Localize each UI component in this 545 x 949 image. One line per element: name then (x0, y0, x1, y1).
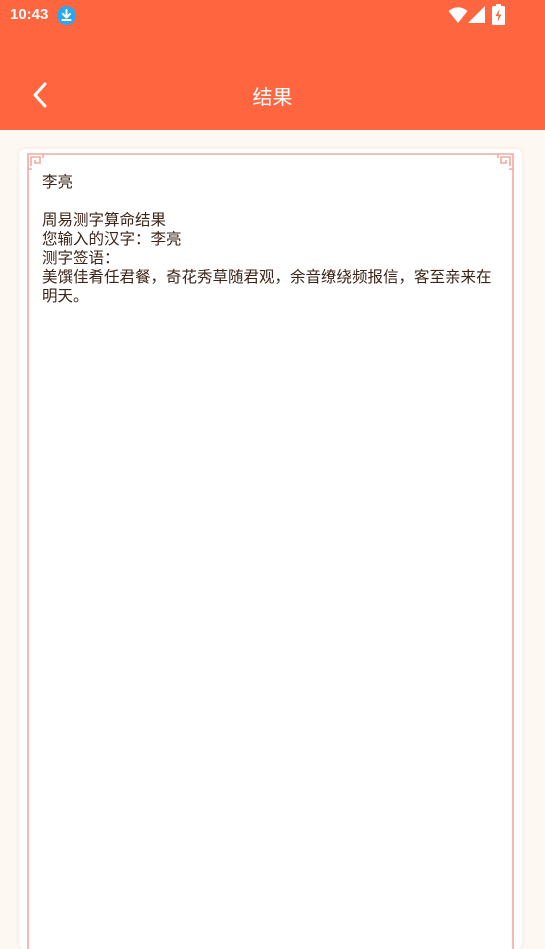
result-heading: 周易测字算命结果 (42, 211, 167, 229)
result-name: 李亮 (42, 173, 74, 191)
signal-icon (468, 6, 485, 23)
status-time: 10:43 (10, 6, 49, 23)
input-line: 您输入的汉字：李亮 (42, 230, 182, 248)
result-card: 李亮 周易测字算命结果 您输入的汉字：李亮 测字签语： 美馔佳肴任君餐，奇花秀草… (19, 149, 522, 949)
app-bar: 10:43 结果 (0, 0, 545, 130)
battery-charging-icon (492, 4, 505, 25)
result-content: 李亮 周易测字算命结果 您输入的汉字：李亮 测字签语： 美馔佳肴任君餐，奇花秀草… (42, 173, 500, 306)
download-notification-icon (57, 6, 76, 25)
sign-label: 测字签语： (42, 249, 120, 267)
wifi-icon (448, 7, 468, 23)
page-title: 结果 (252, 85, 293, 109)
sign-text: 美馔佳肴任君餐，奇花秀草随君观，余音缭绕频报信，客至亲来在明天。 (42, 268, 492, 305)
